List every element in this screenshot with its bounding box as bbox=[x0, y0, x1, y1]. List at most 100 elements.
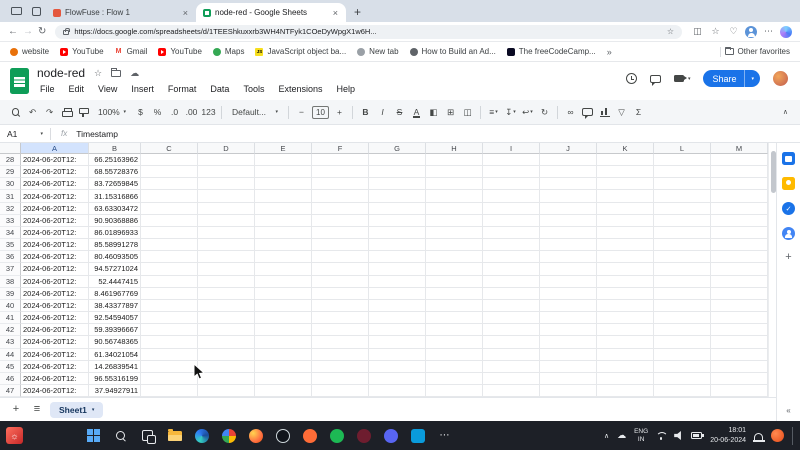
cell-D38[interactable] bbox=[198, 276, 255, 288]
browser-profile-avatar[interactable] bbox=[745, 26, 757, 38]
hide-menus-icon[interactable]: ∧ bbox=[783, 108, 792, 116]
copilot-icon[interactable] bbox=[780, 26, 792, 38]
cell-I32[interactable] bbox=[483, 203, 540, 215]
column-header-B[interactable]: B bbox=[89, 143, 141, 154]
chrome-icon[interactable] bbox=[220, 427, 237, 444]
cell-F43[interactable] bbox=[312, 336, 369, 348]
cell-F33[interactable] bbox=[312, 215, 369, 227]
strikethrough-icon[interactable]: S bbox=[392, 104, 407, 121]
row-header-37[interactable]: 37 bbox=[0, 263, 21, 275]
cell-E33[interactable] bbox=[255, 215, 312, 227]
cell-E28[interactable] bbox=[255, 154, 312, 166]
cell-J29[interactable] bbox=[540, 166, 597, 178]
split-screen-icon[interactable]: ◫ bbox=[691, 27, 704, 36]
favorites-icon[interactable]: ☆ bbox=[709, 27, 722, 36]
menu-file[interactable]: File bbox=[34, 83, 61, 95]
row-header-28[interactable]: 28 bbox=[0, 154, 21, 166]
cell-D31[interactable] bbox=[198, 190, 255, 202]
sheet-tab-menu-icon[interactable]: ▾ bbox=[92, 407, 95, 413]
vertical-align-icon[interactable]: ↧▾ bbox=[503, 104, 518, 121]
cell-I45[interactable] bbox=[483, 361, 540, 373]
edge-icon[interactable] bbox=[193, 427, 210, 444]
cell-E43[interactable] bbox=[255, 336, 312, 348]
cell-F34[interactable] bbox=[312, 227, 369, 239]
cell-C46[interactable] bbox=[141, 373, 198, 385]
cell-H36[interactable] bbox=[426, 251, 483, 263]
cell-I44[interactable] bbox=[483, 349, 540, 361]
cell-D40[interactable] bbox=[198, 300, 255, 312]
cell-K29[interactable] bbox=[597, 166, 654, 178]
cell-A42[interactable]: 2024-06-20T12: bbox=[21, 324, 89, 336]
bookmark-item-1[interactable]: YouTube bbox=[60, 47, 103, 56]
column-header-E[interactable]: E bbox=[255, 143, 312, 154]
settings-more-icon[interactable]: ⋯ bbox=[762, 27, 775, 36]
volume-icon[interactable] bbox=[674, 431, 683, 440]
cell-K41[interactable] bbox=[597, 312, 654, 324]
row-header-43[interactable]: 43 bbox=[0, 336, 21, 348]
cell-F30[interactable] bbox=[312, 178, 369, 190]
contacts-icon[interactable] bbox=[782, 227, 795, 240]
cell-K47[interactable] bbox=[597, 385, 654, 397]
cell-E45[interactable] bbox=[255, 361, 312, 373]
cell-L29[interactable] bbox=[654, 166, 711, 178]
bookmark-star-icon[interactable]: ☆ bbox=[667, 27, 674, 36]
undo-icon[interactable]: ↶ bbox=[25, 104, 40, 121]
cell-K45[interactable] bbox=[597, 361, 654, 373]
cell-M44[interactable] bbox=[711, 349, 768, 361]
cell-L37[interactable] bbox=[654, 263, 711, 275]
cell-B39[interactable]: 8.461967769 bbox=[89, 288, 141, 300]
cell-G41[interactable] bbox=[369, 312, 426, 324]
cell-I39[interactable] bbox=[483, 288, 540, 300]
cell-H44[interactable] bbox=[426, 349, 483, 361]
cell-D28[interactable] bbox=[198, 154, 255, 166]
scrollbar-thumb[interactable] bbox=[771, 151, 776, 193]
zoom-select[interactable]: 100%▾ bbox=[93, 104, 131, 121]
cell-C44[interactable] bbox=[141, 349, 198, 361]
cell-M29[interactable] bbox=[711, 166, 768, 178]
move-folder-icon[interactable] bbox=[111, 70, 121, 77]
version-history-icon[interactable] bbox=[626, 73, 637, 84]
cell-J41[interactable] bbox=[540, 312, 597, 324]
cell-F44[interactable] bbox=[312, 349, 369, 361]
print-icon[interactable] bbox=[59, 104, 74, 121]
notification-bell-icon[interactable] bbox=[754, 433, 763, 441]
cell-D41[interactable] bbox=[198, 312, 255, 324]
italic-icon[interactable]: I bbox=[375, 104, 390, 121]
start-button[interactable] bbox=[85, 427, 102, 444]
cell-M30[interactable] bbox=[711, 178, 768, 190]
cell-F41[interactable] bbox=[312, 312, 369, 324]
cell-C42[interactable] bbox=[141, 324, 198, 336]
cell-K34[interactable] bbox=[597, 227, 654, 239]
cell-G36[interactable] bbox=[369, 251, 426, 263]
cell-I34[interactable] bbox=[483, 227, 540, 239]
cell-A46[interactable]: 2024-06-20T12: bbox=[21, 373, 89, 385]
cell-J45[interactable] bbox=[540, 361, 597, 373]
cell-D42[interactable] bbox=[198, 324, 255, 336]
cell-H37[interactable] bbox=[426, 263, 483, 275]
cell-A29[interactable]: 2024-06-20T12: bbox=[21, 166, 89, 178]
cell-C30[interactable] bbox=[141, 178, 198, 190]
tray-app-icon[interactable] bbox=[771, 429, 784, 442]
discord-icon[interactable] bbox=[382, 427, 399, 444]
cell-M46[interactable] bbox=[711, 373, 768, 385]
cell-D46[interactable] bbox=[198, 373, 255, 385]
cell-A44[interactable]: 2024-06-20T12: bbox=[21, 349, 89, 361]
tasks-icon[interactable]: ✓ bbox=[782, 202, 795, 215]
cell-F32[interactable] bbox=[312, 203, 369, 215]
cell-K33[interactable] bbox=[597, 215, 654, 227]
cell-M39[interactable] bbox=[711, 288, 768, 300]
decrease-font-size-icon[interactable]: − bbox=[294, 104, 309, 121]
more-formats-icon[interactable]: 123 bbox=[201, 104, 216, 121]
cell-H42[interactable] bbox=[426, 324, 483, 336]
cell-B32[interactable]: 63.63303472 bbox=[89, 203, 141, 215]
cell-L38[interactable] bbox=[654, 276, 711, 288]
forward-icon[interactable]: → bbox=[23, 27, 33, 37]
cell-F39[interactable] bbox=[312, 288, 369, 300]
merge-cells-icon[interactable]: ◫ bbox=[460, 104, 475, 121]
cell-A37[interactable]: 2024-06-20T12: bbox=[21, 263, 89, 275]
cell-H40[interactable] bbox=[426, 300, 483, 312]
cell-F45[interactable] bbox=[312, 361, 369, 373]
bookmark-item-8[interactable]: The freeCodeCamp... bbox=[507, 47, 596, 56]
cell-L33[interactable] bbox=[654, 215, 711, 227]
bookmark-item-6[interactable]: New tab bbox=[357, 47, 398, 56]
